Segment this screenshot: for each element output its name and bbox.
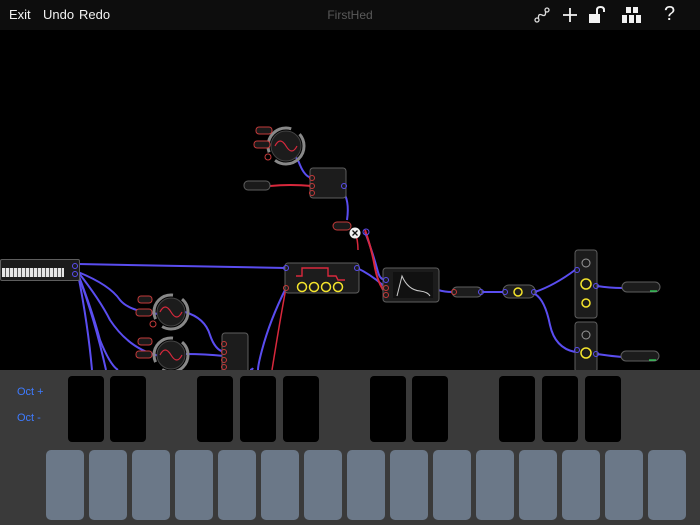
white-key[interactable] (132, 450, 170, 520)
white-key[interactable] (519, 450, 557, 520)
white-key[interactable] (46, 450, 84, 520)
unlock-icon[interactable] (587, 5, 607, 25)
white-key[interactable] (304, 450, 342, 520)
white-key[interactable] (89, 450, 127, 520)
delay-module-2[interactable] (574, 321, 599, 370)
black-key[interactable] (585, 376, 621, 442)
white-key[interactable] (476, 450, 514, 520)
black-key[interactable] (412, 376, 448, 442)
black-key[interactable] (197, 376, 233, 442)
keyboard-module-keys (2, 268, 64, 277)
mixer-module[interactable] (502, 284, 537, 299)
black-key[interactable] (68, 376, 104, 442)
white-key[interactable] (562, 450, 600, 520)
filter-module[interactable] (283, 262, 360, 294)
lfo-module-low[interactable] (135, 336, 190, 370)
keyboard-module-outputs (72, 263, 78, 277)
black-key[interactable] (110, 376, 146, 442)
cable-icon[interactable] (532, 5, 552, 25)
black-key[interactable] (542, 376, 578, 442)
cable[interactable] (184, 311, 225, 353)
cable[interactable] (596, 285, 623, 289)
octave-up-button[interactable]: Oct + (17, 386, 44, 398)
cable[interactable] (185, 353, 225, 357)
cable[interactable] (534, 293, 576, 353)
white-key[interactable] (648, 450, 686, 520)
attenuator-pill[interactable] (332, 221, 352, 231)
octave-down-button[interactable]: Oct - (17, 412, 41, 424)
help-button[interactable]: ? (664, 3, 675, 26)
delay-module-1[interactable] (574, 249, 599, 319)
black-key[interactable] (370, 376, 406, 442)
white-key[interactable] (175, 450, 213, 520)
white-key[interactable] (218, 450, 256, 520)
envelope-module[interactable] (382, 267, 440, 303)
cable-keyboard-to-filter[interactable] (77, 263, 287, 269)
combiner-module[interactable] (221, 332, 249, 370)
black-key[interactable] (283, 376, 319, 442)
white-key[interactable] (347, 450, 385, 520)
cable[interactable] (257, 287, 287, 370)
cable[interactable] (269, 184, 313, 187)
cable[interactable] (437, 289, 453, 293)
modules-icon[interactable] (620, 5, 646, 25)
patch-cables (77, 126, 661, 370)
output-module-1[interactable] (621, 281, 661, 293)
random-source[interactable] (243, 180, 271, 191)
output-module-2[interactable] (620, 350, 660, 362)
cable[interactable] (77, 273, 107, 370)
plus-icon[interactable] (560, 5, 580, 25)
lfo-module-mid[interactable] (135, 293, 190, 331)
white-key[interactable] (605, 450, 643, 520)
top-toolbar: Exit Undo Redo FirstHed ? (0, 0, 700, 30)
white-key[interactable] (261, 450, 299, 520)
keyboard-module[interactable] (0, 259, 80, 281)
patch-canvas[interactable] (0, 30, 700, 370)
sample-hold-module[interactable] (309, 167, 347, 199)
white-key[interactable] (390, 450, 428, 520)
cable[interactable] (534, 269, 576, 293)
black-key[interactable] (499, 376, 535, 442)
white-key[interactable] (433, 450, 471, 520)
cable[interactable] (596, 353, 623, 358)
black-key[interactable] (240, 376, 276, 442)
